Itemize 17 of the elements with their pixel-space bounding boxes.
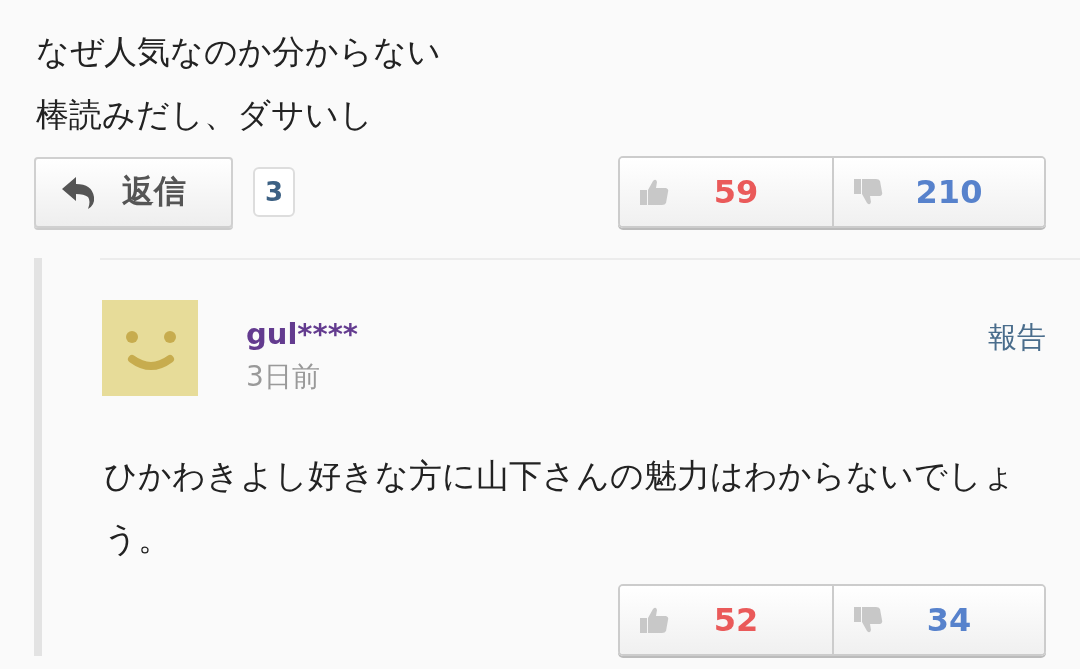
reply-button[interactable]: 返信 xyxy=(34,156,233,228)
reply-count: 3 xyxy=(253,167,296,217)
post-time: 3日前 xyxy=(246,359,321,395)
thumbs-up-icon xyxy=(638,178,670,206)
thumbs-down-icon xyxy=(852,178,884,206)
like-button[interactable]: 52 xyxy=(620,586,832,654)
username[interactable]: gul**** xyxy=(246,314,988,354)
comment-text: 棒読みだし、ダサいし xyxy=(36,94,374,136)
avatar-icon xyxy=(102,300,198,396)
comment-text: なぜ人気なのか分からない xyxy=(36,31,442,73)
thumbs-up-icon xyxy=(638,606,670,634)
report-link[interactable]: 報告 xyxy=(988,300,1046,358)
dislike-button[interactable]: 210 xyxy=(832,158,1044,226)
reply-text: ひかわきよし好きな方に山下さんの魅力はわからないでしょう。 xyxy=(103,455,1017,560)
thumbs-down-icon xyxy=(852,606,884,634)
like-button[interactable]: 59 xyxy=(620,158,832,226)
dislike-button[interactable]: 34 xyxy=(832,586,1044,654)
